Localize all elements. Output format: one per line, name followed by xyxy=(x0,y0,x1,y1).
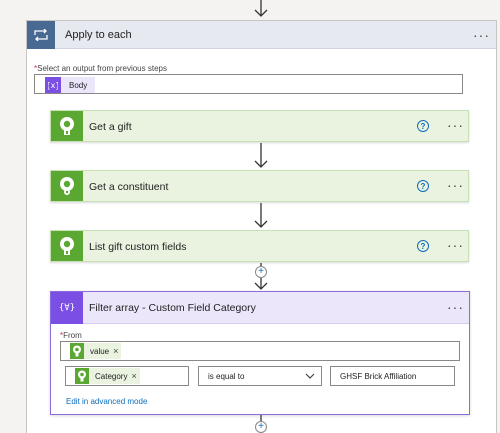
expression-icon: {x} xyxy=(45,77,61,93)
blackbaud-icon xyxy=(70,343,84,359)
value-token-label: value xyxy=(90,346,110,356)
select-output-label: *Select an output from previous steps xyxy=(34,64,167,73)
value-token[interactable]: value × xyxy=(70,343,122,359)
filter-array-icon: {∀} xyxy=(51,292,83,324)
more-options-icon[interactable]: ··· xyxy=(447,118,464,132)
condition-left-field[interactable]: Category × xyxy=(65,366,189,386)
flow-arrow-icon xyxy=(254,203,268,228)
action-title: Get a constituent xyxy=(89,181,169,193)
remove-token-icon[interactable]: × xyxy=(113,346,118,356)
body-token[interactable]: {x} Body xyxy=(45,77,96,93)
loop-icon xyxy=(27,21,55,49)
condition-right-value: GHSF Brick Affiliation xyxy=(340,372,417,381)
help-icon[interactable]: ? xyxy=(417,180,429,192)
remove-token-icon[interactable]: × xyxy=(131,371,136,381)
flow-arrow-icon xyxy=(254,143,268,168)
more-options-icon[interactable]: ··· xyxy=(447,238,464,252)
from-label: *From xyxy=(60,331,82,340)
action-list-gift-custom-fields[interactable]: List gift custom fields ? ··· xyxy=(50,230,469,262)
category-token[interactable]: Category × xyxy=(75,368,140,384)
chevron-down-icon xyxy=(305,373,315,379)
action-title: List gift custom fields xyxy=(89,241,187,253)
body-token-label: Body xyxy=(69,80,88,90)
blackbaud-icon xyxy=(51,111,83,141)
insert-step-button[interactable]: + xyxy=(255,266,267,278)
apply-to-each-more-icon[interactable]: ··· xyxy=(473,28,490,42)
insert-step-button[interactable]: + xyxy=(255,421,267,433)
select-output-label-text: Select an output from previous steps xyxy=(37,64,167,73)
blackbaud-icon xyxy=(51,231,83,261)
condition-right-field[interactable]: GHSF Brick Affiliation xyxy=(330,366,455,386)
help-icon[interactable]: ? xyxy=(417,240,429,252)
action-title: Get a gift xyxy=(89,121,132,133)
operator-dropdown[interactable]: is equal to xyxy=(198,366,322,386)
edit-advanced-mode-link[interactable]: Edit in advanced mode xyxy=(66,397,147,406)
filter-array-title: Filter array - Custom Field Category xyxy=(89,302,256,314)
select-output-field[interactable]: {x} Body xyxy=(34,74,463,94)
more-options-icon[interactable]: ··· xyxy=(447,178,464,192)
help-icon[interactable]: ? xyxy=(417,120,429,132)
action-get-a-gift[interactable]: Get a gift ? ··· xyxy=(50,110,469,142)
more-options-icon[interactable]: ··· xyxy=(447,300,464,314)
operator-value: is equal to xyxy=(208,372,245,381)
apply-to-each-header[interactable]: Apply to each ··· xyxy=(27,21,496,49)
blackbaud-icon xyxy=(75,368,89,384)
from-field[interactable]: value × xyxy=(60,341,460,361)
action-filter-array: {∀} Filter array - Custom Field Category… xyxy=(50,291,470,415)
filter-array-header[interactable]: {∀} Filter array - Custom Field Category… xyxy=(51,292,469,324)
apply-to-each-title: Apply to each xyxy=(65,29,132,41)
flow-arrow-icon xyxy=(254,0,268,17)
action-get-a-constituent[interactable]: Get a constituent ? ··· xyxy=(50,170,469,202)
category-token-label: Category xyxy=(95,371,128,381)
blackbaud-icon xyxy=(51,171,83,201)
from-label-text: From xyxy=(63,331,82,340)
svg-text:{x}: {x} xyxy=(48,81,58,90)
